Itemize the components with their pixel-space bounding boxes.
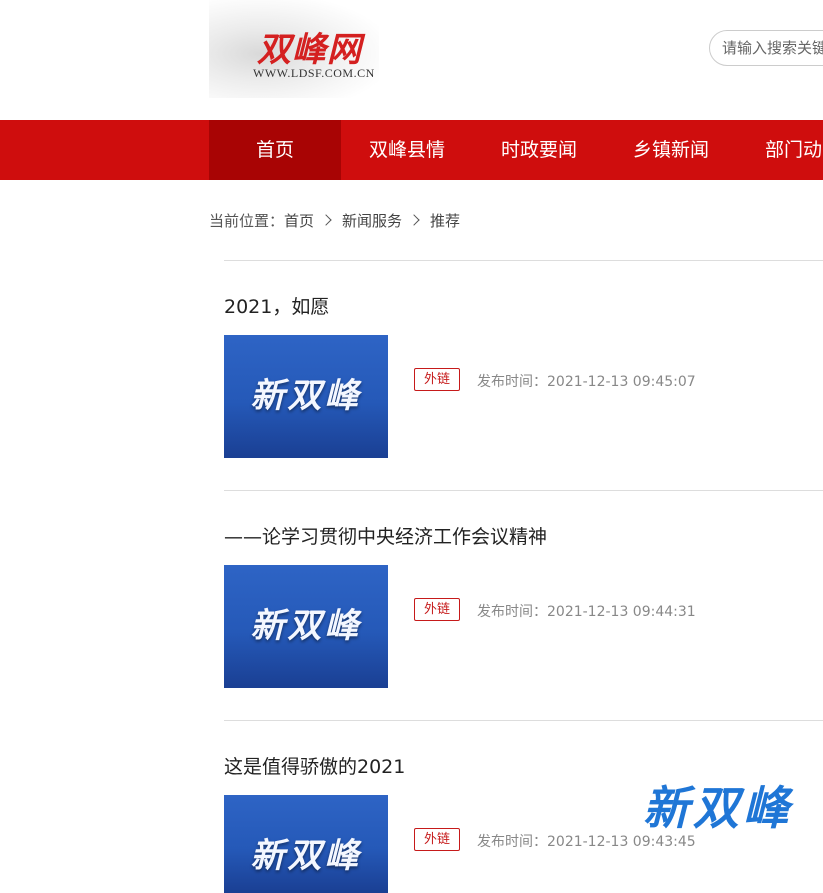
- breadcrumb-recommend[interactable]: 推荐: [430, 210, 460, 231]
- thumbnail-text: 新双峰: [250, 376, 362, 416]
- breadcrumb-home[interactable]: 首页: [284, 210, 314, 231]
- search-input[interactable]: [722, 31, 823, 65]
- news-thumbnail[interactable]: 新双峰: [224, 795, 388, 893]
- breadcrumb-prefix: 当前位置：: [209, 212, 285, 230]
- chevron-right-icon: [408, 213, 420, 226]
- news-thumbnail[interactable]: 新双峰: [224, 335, 388, 458]
- nav-item-department-news[interactable]: 部门动态: [737, 120, 823, 180]
- external-link-badge: 外链: [414, 828, 460, 851]
- chevron-right-icon: [320, 213, 332, 226]
- main-nav: 首页 双峰县情 时政要闻 乡镇新闻 部门动态: [0, 120, 823, 180]
- list-divider: [224, 260, 823, 261]
- news-title[interactable]: 2021，如愿: [224, 292, 329, 319]
- external-link-badge: 外链: [414, 368, 460, 391]
- publish-time-value: 2021-12-13 09:44:31: [547, 604, 696, 620]
- nav-item-home[interactable]: 首页: [209, 120, 341, 180]
- publish-time-label: 发布时间：: [477, 834, 547, 850]
- news-title[interactable]: ——论学习贯彻中央经济工作会议精神: [224, 522, 547, 549]
- logo-url: WWW.LDSF.COM.CN: [253, 66, 375, 80]
- list-divider: [224, 490, 823, 491]
- nav-item-township-news[interactable]: 乡镇新闻: [605, 120, 737, 180]
- list-divider: [224, 720, 823, 721]
- site-logo[interactable]: 双峰网 WWW.LDSF.COM.CN: [209, 0, 379, 98]
- nav-item-county-info[interactable]: 双峰县情: [341, 120, 473, 180]
- nav-item-politics-news[interactable]: 时政要闻: [473, 120, 605, 180]
- floating-brand-logo[interactable]: 新双峰: [643, 770, 803, 846]
- news-title[interactable]: 这是值得骄傲的2021: [224, 752, 405, 779]
- publish-time: 发布时间：2021-12-13 09:44:31: [477, 601, 696, 621]
- search-box[interactable]: [709, 30, 823, 66]
- breadcrumb: 当前位置：首页 新闻服务 推荐: [209, 210, 460, 231]
- thumbnail-text: 新双峰: [250, 836, 362, 876]
- news-thumbnail[interactable]: 新双峰: [224, 565, 388, 688]
- logo-title: 双峰网: [257, 30, 362, 70]
- publish-time-label: 发布时间：: [477, 604, 547, 620]
- publish-time-label: 发布时间：: [477, 374, 547, 390]
- publish-time: 发布时间：2021-12-13 09:45:07: [477, 371, 696, 391]
- external-link-badge: 外链: [414, 598, 460, 621]
- thumbnail-text: 新双峰: [250, 606, 362, 646]
- publish-time-value: 2021-12-13 09:45:07: [547, 374, 696, 390]
- breadcrumb-news-service[interactable]: 新闻服务: [342, 210, 402, 231]
